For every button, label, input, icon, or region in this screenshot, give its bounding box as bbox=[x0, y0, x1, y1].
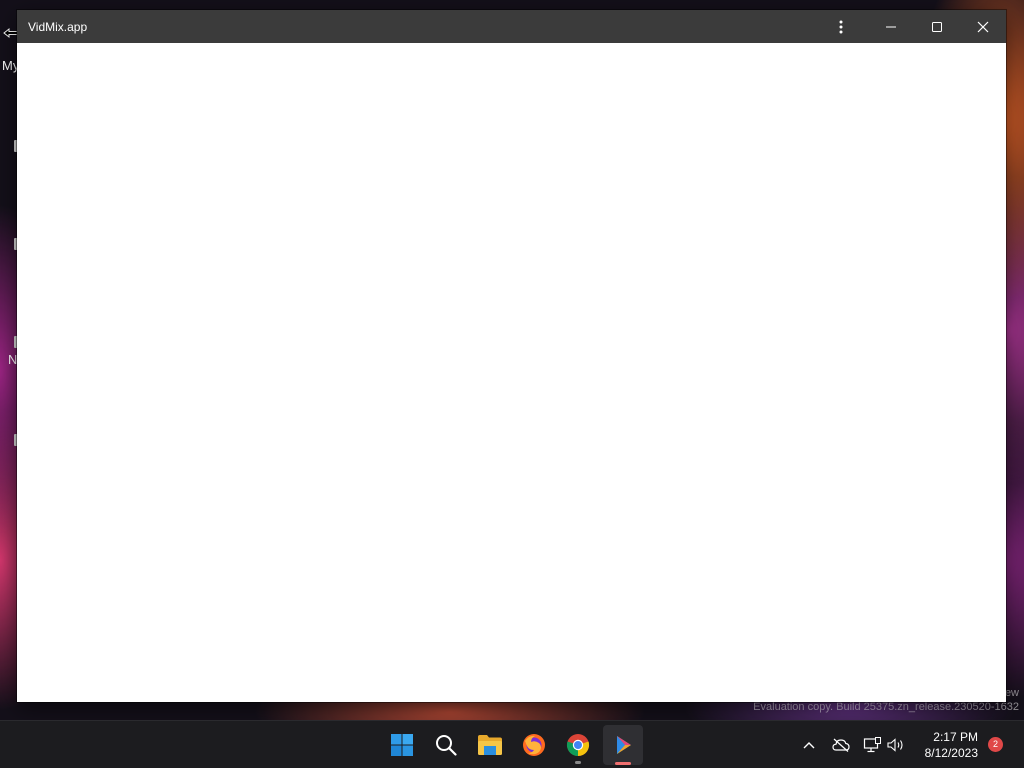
taskbar-clock[interactable]: 2:17 PM 8/12/2023 bbox=[912, 729, 978, 761]
running-indicator bbox=[575, 761, 581, 764]
onedrive-status-button[interactable] bbox=[831, 735, 851, 755]
firefox-button[interactable] bbox=[514, 725, 554, 765]
window-titlebar[interactable]: VidMix.app bbox=[17, 10, 1006, 43]
cloud-offline-icon bbox=[832, 738, 850, 752]
maximize-icon bbox=[932, 21, 942, 32]
start-button[interactable] bbox=[382, 725, 422, 765]
network-button[interactable] bbox=[862, 735, 882, 755]
close-icon bbox=[977, 21, 989, 32]
notification-badge[interactable]: 2 bbox=[988, 737, 1003, 752]
volume-button[interactable] bbox=[886, 735, 906, 755]
clock-date: 8/12/2023 bbox=[924, 746, 978, 760]
firefox-icon bbox=[523, 734, 545, 756]
file-explorer-button[interactable] bbox=[470, 725, 510, 765]
search-icon bbox=[436, 735, 457, 756]
chrome-icon bbox=[566, 734, 590, 757]
volume-icon bbox=[887, 738, 903, 752]
network-icon bbox=[863, 737, 881, 753]
chrome-button[interactable] bbox=[558, 725, 598, 765]
clock-time: 2:17 PM bbox=[933, 730, 978, 744]
app-content-area[interactable] bbox=[17, 43, 1006, 702]
search-button[interactable] bbox=[426, 725, 466, 765]
minimize-button[interactable] bbox=[868, 10, 914, 43]
active-indicator bbox=[615, 762, 631, 765]
minimize-icon bbox=[886, 26, 896, 27]
more-vertical-icon bbox=[839, 20, 843, 33]
play-icon bbox=[617, 736, 631, 754]
chevron-up-icon bbox=[803, 742, 815, 749]
more-options-button[interactable] bbox=[818, 10, 864, 43]
window-title: VidMix.app bbox=[28, 20, 88, 34]
folder-icon bbox=[478, 735, 502, 755]
desktop-icon-label-2[interactable]: N bbox=[8, 353, 17, 367]
close-button[interactable] bbox=[960, 10, 1006, 43]
windows-start-icon bbox=[391, 734, 413, 756]
vidmix-taskbar-button[interactable] bbox=[603, 725, 643, 765]
taskbar: 2:17 PM 8/12/2023 bbox=[0, 720, 1024, 768]
vidmix-window: VidMix.app bbox=[17, 10, 1006, 702]
show-hidden-icons-button[interactable] bbox=[799, 735, 819, 755]
watermark-line-2: Evaluation copy. Build 25375.zn_release.… bbox=[753, 701, 1019, 713]
maximize-button[interactable] bbox=[914, 10, 960, 43]
